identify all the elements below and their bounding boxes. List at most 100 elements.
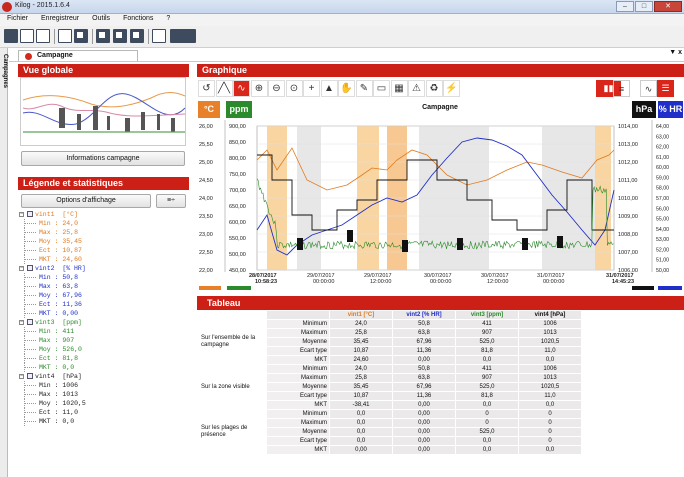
tick-label-hr: 61,00 <box>656 155 669 161</box>
table-cell: 0 <box>518 427 582 437</box>
recycle-icon[interactable]: ♻ <box>425 80 443 97</box>
database-icon[interactable] <box>170 29 196 43</box>
menu-enregistreur[interactable]: Enregistreur <box>34 14 85 26</box>
print-preview-icon[interactable] <box>58 29 72 43</box>
menu-fonctions[interactable]: Fonctions <box>116 14 159 26</box>
table-cell: 0,0 <box>518 355 582 365</box>
table-cell: Ecart type <box>266 436 330 446</box>
table-cell: 25,8 <box>329 328 393 338</box>
table-cell: 0,00 <box>392 418 456 428</box>
zoom-in-icon[interactable]: ⊕ <box>250 80 268 97</box>
vue-globale-header: Vue globale <box>18 64 189 77</box>
save-icon[interactable] <box>36 29 50 43</box>
tick-label-ppm: 600,00 <box>229 220 246 226</box>
tick-label-hr: 54,00 <box>656 227 669 233</box>
table-cell: 24,0 <box>329 319 393 329</box>
pane-options[interactable]: ▼ x <box>669 49 682 56</box>
crosshair-icon[interactable]: + <box>303 80 320 97</box>
table-cell: 0,0 <box>329 427 393 437</box>
list-settings-icon[interactable]: ≡÷ <box>156 194 186 208</box>
channel-vint2[interactable]: − vint2 [% HR] <box>19 264 189 273</box>
alarm-icon[interactable]: ⚠ <box>408 80 425 97</box>
table-cell: Maximum <box>266 373 330 383</box>
stat-min: Min : 50,8 <box>19 273 189 282</box>
menu-outils[interactable]: Outils <box>85 14 116 26</box>
channel-vint3[interactable]: − vint3 [ppm] <box>19 318 189 327</box>
menu-fichier[interactable]: Fichier <box>0 14 34 26</box>
chart-title: Campagne <box>422 104 458 111</box>
curve-mode-icon[interactable]: ∿ <box>233 80 250 97</box>
edit-icon[interactable]: ✎ <box>355 80 373 97</box>
tick-label-c: 22,00 <box>199 268 213 274</box>
graphique-header: Graphique <box>197 64 684 77</box>
tick-label-hr: 63,00 <box>656 134 669 140</box>
informations-campagne-button[interactable]: Informations campagne <box>21 151 185 166</box>
table-header: vint4 [hPa] <box>518 310 582 320</box>
unit-celsius-badge[interactable]: °C <box>198 101 220 118</box>
tab-campagne[interactable]: Campagne <box>18 50 138 61</box>
stat-max: Max : 1013 <box>19 390 189 399</box>
table-cell: 1020,5 <box>518 337 582 347</box>
tick-label-hpa: 1007,00 <box>618 250 638 256</box>
logger-read-icon[interactable] <box>96 29 110 43</box>
tick-label-c: 25,00 <box>199 160 213 166</box>
zone-icon[interactable]: ⚡ <box>443 80 460 97</box>
unit-hpa-badge[interactable]: hPa <box>632 101 656 118</box>
pointer-icon[interactable]: ▲ <box>320 80 338 97</box>
open-folder-icon[interactable] <box>20 29 34 43</box>
legend-tree: − vint1 [°C] Min : 24,0 Max : 25,8 Moy : … <box>19 210 189 426</box>
table-cell: Minimum <box>266 364 330 374</box>
logger-config-icon[interactable] <box>113 29 127 43</box>
x-tick-time: 00:00:00 <box>543 279 564 285</box>
line-view-icon[interactable]: ∿ <box>640 80 657 97</box>
tick-label-hr: 58,00 <box>656 186 669 192</box>
table-cell: 67,96 <box>392 382 456 392</box>
channel-vint4[interactable]: − vint4 [hPa] <box>19 372 189 381</box>
table-cell: 411 <box>455 364 519 374</box>
bar-chart-icon[interactable]: ▦ <box>390 80 408 97</box>
new-file-icon[interactable] <box>4 29 18 43</box>
data-bar <box>557 236 563 248</box>
unit-ppm-badge[interactable]: ppm <box>226 101 252 118</box>
stat-max: Max : 25,8 <box>19 228 189 237</box>
table-cell: 907 <box>455 328 519 338</box>
stat-ect: Ect : 11,36 <box>19 300 189 309</box>
table-cell: 0,00 <box>392 400 456 410</box>
x-tick-time: 14:45:23 <box>612 279 634 285</box>
maximize-button[interactable]: □ <box>635 1 653 12</box>
options-affichage-button[interactable]: Options d'affichage <box>21 194 151 208</box>
tick-label-ppm: 900,00 <box>229 124 246 130</box>
x-tick-time: 12:00:00 <box>370 279 391 285</box>
area-view-icon[interactable]: ☰ <box>657 80 674 97</box>
close-icon: ✕ <box>665 3 671 10</box>
logger-settings-icon[interactable] <box>130 29 144 43</box>
legende-header: Légende et statistiques <box>18 177 189 190</box>
tick-label-hr: 50,00 <box>656 268 669 274</box>
hand-icon[interactable]: ✋ <box>338 80 355 97</box>
table-cell: 63,8 <box>392 328 456 338</box>
stat-max: Max : 907 <box>19 336 189 345</box>
main-chart[interactable]: 26,00 25,50 25,00 24,50 24,00 23,50 23,00 22,50… <box>197 120 684 292</box>
unit-hr-badge[interactable]: % HR <box>658 101 683 118</box>
tableau-header: Tableau <box>197 296 684 310</box>
channel-vint1[interactable]: − vint1 [°C] <box>19 210 189 219</box>
overview-chart[interactable] <box>20 77 186 146</box>
network-icon[interactable] <box>152 29 166 43</box>
table-cell: Moyenne <box>266 382 330 392</box>
reset-zoom-icon[interactable]: ↺ <box>198 80 215 97</box>
minimize-button[interactable]: – <box>616 1 634 12</box>
close-button[interactable]: ✕ <box>654 1 682 12</box>
table-cell: 0,0 <box>329 436 393 446</box>
window-icon[interactable]: ▭ <box>373 80 390 97</box>
tick-label-ppm: 450,00 <box>229 268 246 274</box>
tick-label-hpa: 1013,00 <box>618 142 638 148</box>
line-mode-icon[interactable]: ╱╲ <box>215 80 233 97</box>
table-view-icon[interactable]: ≡ <box>613 80 630 97</box>
menu-help[interactable]: ? <box>159 14 176 26</box>
zoom-icon[interactable]: ⊙ <box>285 80 303 97</box>
campagnes-side-tab[interactable]: Campagnes <box>0 48 8 477</box>
table-cell: 24,0 <box>329 364 393 374</box>
zoom-out-icon[interactable]: ⊖ <box>268 80 285 97</box>
print-icon[interactable] <box>74 29 88 43</box>
stat-ect: Ect : 10,87 <box>19 246 189 255</box>
